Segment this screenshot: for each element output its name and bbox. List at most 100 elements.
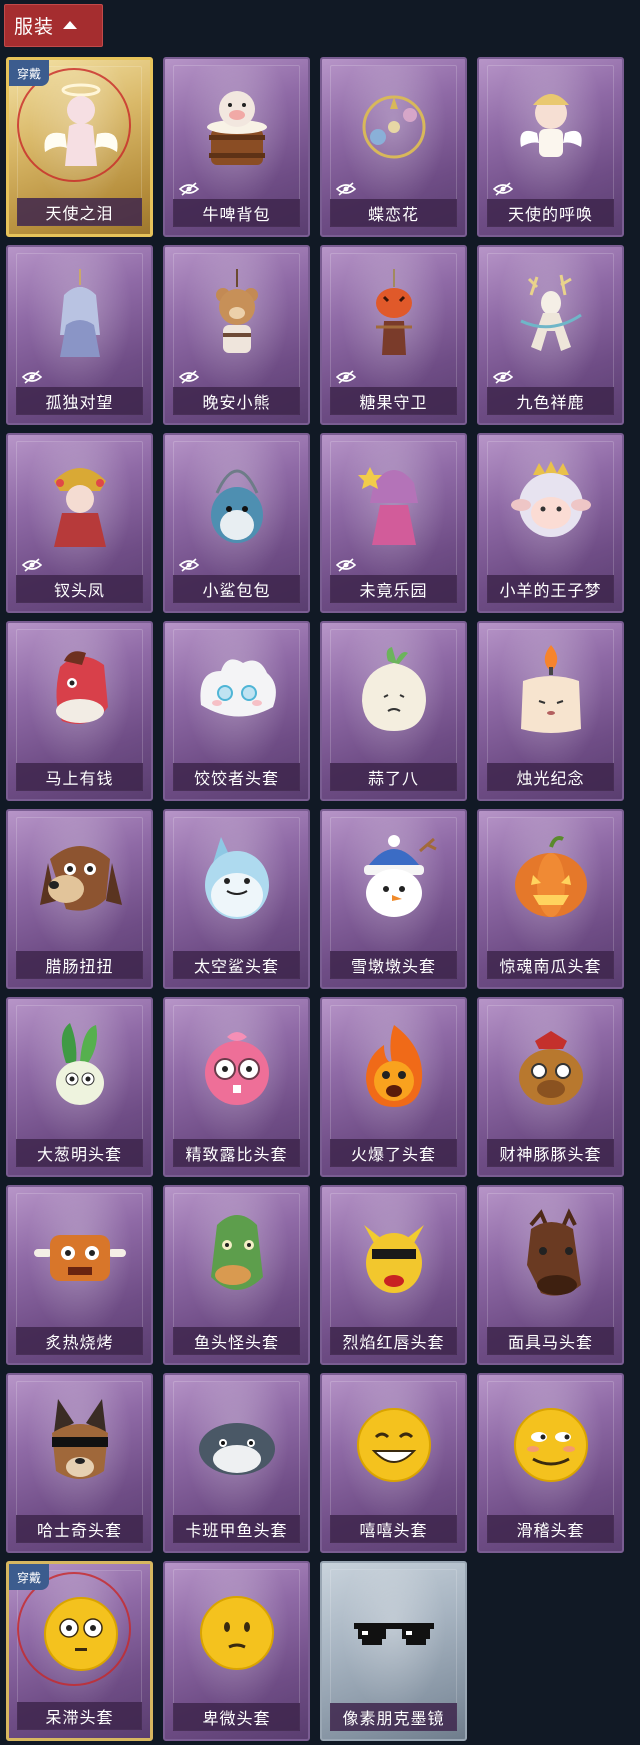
shark-bag-icon — [187, 453, 287, 553]
chevron-up-icon — [63, 20, 78, 29]
item-card[interactable]: 穿戴呆滞头套 — [6, 1561, 153, 1741]
fish-mask-icon — [187, 1205, 287, 1305]
item-card[interactable]: 腊肠扭扭 — [6, 809, 153, 989]
tab-costume-label: 服装 — [14, 16, 55, 38]
item-name: 晚安小熊 — [173, 387, 300, 415]
eye-off-icon[interactable] — [21, 557, 43, 572]
item-card[interactable]: 牛啤背包 — [163, 57, 310, 237]
item-card[interactable]: 天使的呼唤 — [477, 57, 624, 237]
item-name: 饺饺者头套 — [173, 763, 300, 791]
husky-mask-icon — [30, 1393, 130, 1493]
item-card[interactable]: 火爆了头套 — [320, 997, 467, 1177]
item-card[interactable]: 精致露比头套 — [163, 997, 310, 1177]
item-name: 天使之泪 — [17, 198, 142, 226]
item-card[interactable]: 哈士奇头套 — [6, 1373, 153, 1553]
pink-beaver-icon — [187, 1017, 287, 1117]
item-card[interactable]: 蒜了八 — [320, 621, 467, 801]
seal-mask-icon — [187, 1393, 287, 1493]
item-card[interactable]: 卑微头套 — [163, 1561, 310, 1741]
item-name: 卑微头套 — [173, 1703, 300, 1731]
item-name: 滑稽头套 — [487, 1515, 614, 1543]
item-name: 大葱明头套 — [16, 1139, 143, 1167]
item-name: 嘻嘻头套 — [330, 1515, 457, 1543]
item-card[interactable]: 孤独对望 — [6, 245, 153, 425]
item-name: 蝶恋花 — [330, 199, 457, 227]
fire-mask-icon — [344, 1017, 444, 1117]
item-card[interactable]: 蝶恋花 — [320, 57, 467, 237]
humble-emoji-icon — [187, 1581, 287, 1681]
item-card[interactable]: 面具马头套 — [477, 1185, 624, 1365]
pumpkin-charm-icon — [344, 265, 444, 365]
phoenix-doll-icon — [30, 453, 130, 553]
item-name: 牛啤背包 — [173, 199, 300, 227]
item-card[interactable]: 烈焰红唇头套 — [320, 1185, 467, 1365]
item-card[interactable]: 糖果守卫 — [320, 245, 467, 425]
item-card[interactable]: 大葱明头套 — [6, 997, 153, 1177]
item-card[interactable]: 太空鲨头套 — [163, 809, 310, 989]
dog-mask-icon — [30, 829, 130, 929]
item-card[interactable]: 烛光纪念 — [477, 621, 624, 801]
girl-doll-icon — [344, 453, 444, 553]
item-card[interactable]: 像素朋克墨镜 — [320, 1561, 467, 1741]
candle-mask-icon — [501, 641, 601, 741]
space-shark-icon — [187, 829, 287, 929]
item-name: 雪墩墩头套 — [330, 951, 457, 979]
item-name: 未竟乐园 — [330, 575, 457, 603]
pixel-glasses-icon — [344, 1581, 444, 1681]
pumpkin-mask-icon — [501, 829, 601, 929]
item-card[interactable]: 惊魂南瓜头套 — [477, 809, 624, 989]
item-name: 钗头凤 — [16, 575, 143, 603]
item-card[interactable]: 马上有钱 — [6, 621, 153, 801]
eye-off-icon[interactable] — [492, 369, 514, 384]
item-card[interactable]: 雪墩墩头套 — [320, 809, 467, 989]
item-card[interactable]: 小羊的王子梦 — [477, 433, 624, 613]
cherub-icon — [501, 77, 601, 177]
item-card[interactable]: 财神豚豚头套 — [477, 997, 624, 1177]
item-name: 呆滞头套 — [17, 1702, 142, 1730]
eye-off-icon[interactable] — [178, 181, 200, 196]
item-card[interactable]: 鱼头怪头套 — [163, 1185, 310, 1365]
item-name: 哈士奇头套 — [16, 1515, 143, 1543]
item-name: 糖果守卫 — [330, 387, 457, 415]
flower-charm-icon — [344, 77, 444, 177]
item-name: 小羊的王子梦 — [487, 575, 614, 603]
bbq-mask-icon — [30, 1205, 130, 1305]
item-name: 卡班甲鱼头套 — [173, 1515, 300, 1543]
item-name: 太空鲨头套 — [173, 951, 300, 979]
item-name: 鱼头怪头套 — [173, 1327, 300, 1355]
item-card[interactable]: 嘻嘻头套 — [320, 1373, 467, 1553]
item-name: 孤独对望 — [16, 387, 143, 415]
snowman-mask-icon — [344, 829, 444, 929]
horse-mask-icon — [30, 641, 130, 741]
eye-off-icon[interactable] — [21, 369, 43, 384]
tab-costume[interactable]: 服装 — [4, 4, 103, 47]
eye-off-icon[interactable] — [178, 369, 200, 384]
item-card[interactable]: 穿戴天使之泪 — [6, 57, 153, 237]
item-name: 炙热烧烤 — [16, 1327, 143, 1355]
item-card[interactable]: 钗头凤 — [6, 433, 153, 613]
doll-charm-icon — [30, 265, 130, 365]
wearing-badge: 穿戴 — [9, 60, 49, 86]
smirk-emoji-icon — [501, 1393, 601, 1493]
wearing-badge: 穿戴 — [9, 1564, 49, 1590]
eye-off-icon[interactable] — [335, 181, 357, 196]
eye-off-icon[interactable] — [335, 557, 357, 572]
item-card[interactable]: 未竟乐园 — [320, 433, 467, 613]
wardrobe-page: 服装 穿戴 天使之泪 牛啤背包 蝶恋花 天使的呼唤 孤独对望 晚安小熊 糖果守卫 九色祥鹿 钗头凤… — [0, 0, 640, 1745]
item-name: 小鲨包包 — [173, 575, 300, 603]
item-card[interactable]: 小鲨包包 — [163, 433, 310, 613]
item-card[interactable]: 晚安小熊 — [163, 245, 310, 425]
item-card[interactable]: 饺饺者头套 — [163, 621, 310, 801]
eye-off-icon[interactable] — [178, 557, 200, 572]
eye-off-icon[interactable] — [492, 181, 514, 196]
deer-charm-icon — [501, 265, 601, 365]
item-name: 火爆了头套 — [330, 1139, 457, 1167]
item-card[interactable]: 九色祥鹿 — [477, 245, 624, 425]
garlic-mask-icon — [344, 641, 444, 741]
eye-off-icon[interactable] — [335, 369, 357, 384]
item-card[interactable]: 卡班甲鱼头套 — [163, 1373, 310, 1553]
sheep-crown-icon — [501, 453, 601, 553]
item-card[interactable]: 滑稽头套 — [477, 1373, 624, 1553]
item-name: 马上有钱 — [16, 763, 143, 791]
item-card[interactable]: 炙热烧烤 — [6, 1185, 153, 1365]
